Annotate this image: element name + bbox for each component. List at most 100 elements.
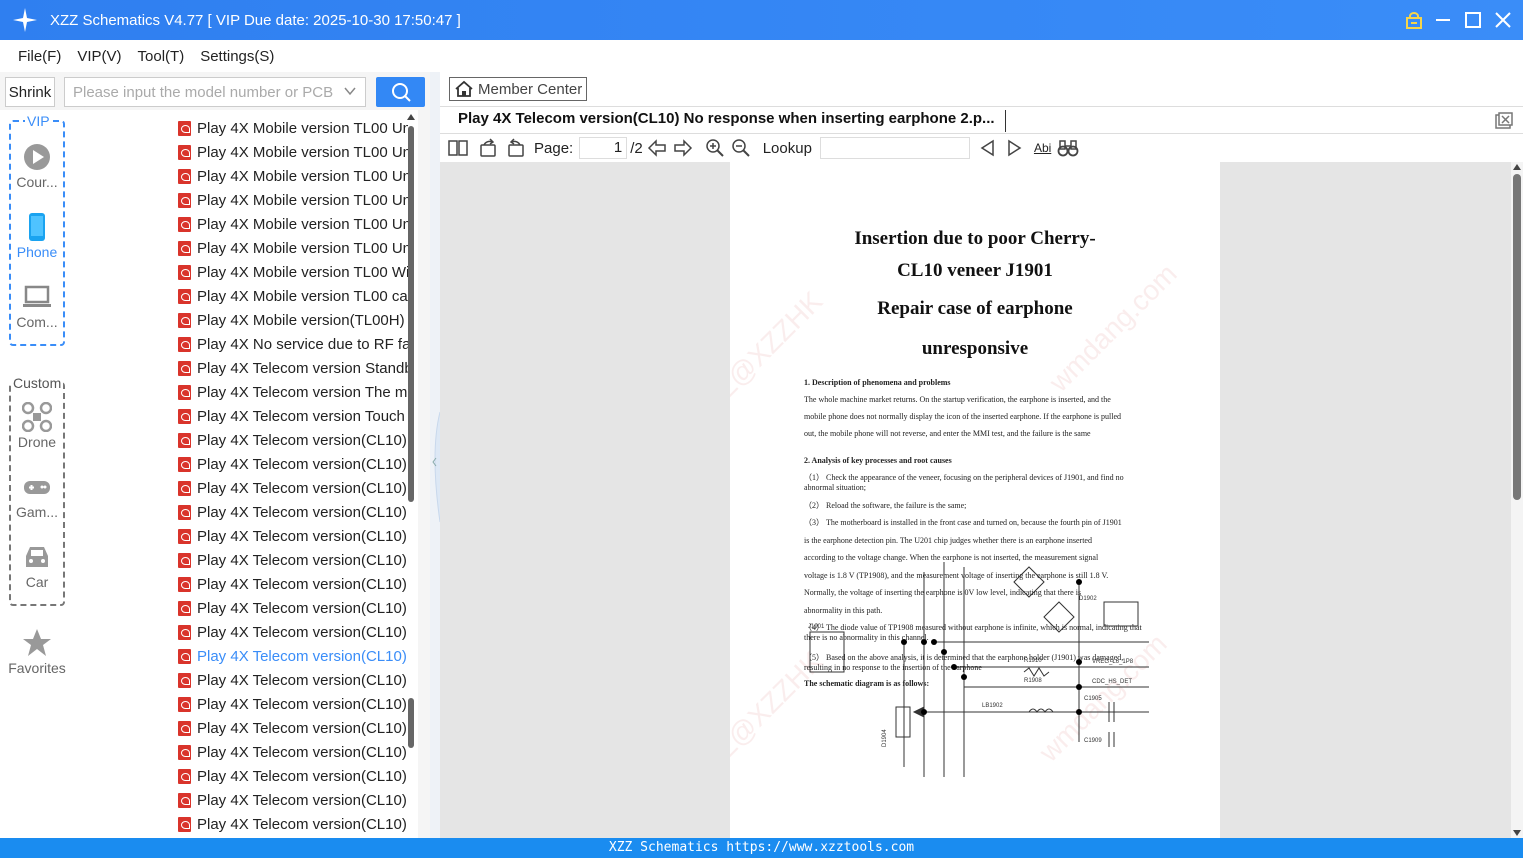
pdf-icon — [178, 240, 191, 256]
lock-icon[interactable] — [1405, 12, 1422, 29]
panel-splitter[interactable] — [430, 72, 441, 838]
nav-car[interactable]: Car — [0, 542, 74, 602]
lookup-label: Lookup — [762, 139, 812, 157]
file-list-item[interactable]: Play 4X Telecom version Standb — [178, 356, 408, 380]
zoom-out-icon[interactable] — [731, 138, 751, 158]
nav-games[interactable]: Gam... — [0, 472, 74, 532]
shrink-button[interactable]: Shrink — [5, 77, 55, 107]
minimize-button[interactable] — [1435, 12, 1451, 28]
custom-group-label: Custom — [11, 375, 64, 391]
document-viewer[interactable]: XZZ@XZZHK wmdang.com XZZ@XZZHK wmdang.co… — [440, 162, 1523, 838]
close-button[interactable] — [1495, 12, 1511, 28]
doc-line: The whole machine market returns. On the… — [804, 395, 1111, 404]
match-case-button[interactable]: Abi — [1034, 141, 1051, 155]
binoculars-icon[interactable] — [1057, 138, 1079, 158]
pdf-icon — [178, 360, 191, 376]
file-list-item-label: Play 4X No service due to RF fai — [197, 335, 408, 353]
two-page-view-icon[interactable] — [448, 138, 468, 158]
document-tab[interactable]: Play 4X Telecom version(CL10) No respons… — [448, 110, 1006, 132]
rotate-right-icon[interactable] — [506, 138, 526, 158]
file-list-item[interactable]: Play 4X No service due to RF fai — [178, 332, 408, 356]
file-list-item[interactable]: Play 4X Telecom version(CL10) ( — [178, 476, 408, 500]
maximize-button[interactable] — [1465, 12, 1481, 28]
file-list-item[interactable]: Play 4X Mobile version TL00 Wi — [178, 260, 408, 284]
search-button[interactable] — [376, 77, 425, 107]
file-list-item[interactable]: Play 4X Telecom version(CL10) S — [178, 764, 408, 788]
find-previous-icon[interactable] — [978, 138, 998, 158]
member-center-button[interactable]: Member Center — [449, 77, 587, 101]
file-list-item-label: Play 4X Telecom version Touch — [197, 407, 405, 425]
file-list-item[interactable]: Play 4X Telecom version(CL10) I — [178, 572, 408, 596]
page-number-input[interactable]: 1 — [579, 137, 628, 159]
nav-drone[interactable]: Drone — [0, 401, 74, 462]
doc-title-line-1: Insertion due to poor Cherry- — [854, 228, 1096, 249]
file-list-item[interactable]: Play 4X Telecom version(CL10) I — [178, 596, 408, 620]
rotate-left-icon[interactable] — [478, 138, 498, 158]
pdf-icon — [178, 480, 191, 496]
file-list-item-label: Play 4X Mobile version TL00 Un — [197, 239, 408, 257]
search-combobox[interactable] — [64, 77, 366, 107]
file-list-item[interactable]: Play 4X Mobile version TL00 Un — [178, 236, 408, 260]
pdf-icon — [178, 264, 191, 280]
file-list-item[interactable]: Play 4X Telecom version(CL10) I — [178, 716, 408, 740]
file-list-item-label: Play 4X Telecom version(CL10) T — [197, 815, 408, 833]
file-list-item[interactable]: Play 4X Telecom version(CL10) T — [178, 812, 408, 836]
file-list-item[interactable]: Play 4X Telecom version(CL10) S — [178, 788, 408, 812]
search-input[interactable] — [65, 78, 335, 106]
lookup-input[interactable] — [819, 137, 970, 159]
drone-icon — [21, 401, 53, 433]
file-list-item-label: Play 4X Telecom version(CL10) ( — [197, 455, 408, 473]
file-list-item[interactable]: Play 4X Telecom version(CL10) I — [178, 692, 408, 716]
menu-vip[interactable]: VIP(V) — [77, 48, 121, 65]
nav-phone[interactable]: Phone — [0, 212, 74, 272]
nav-favorites[interactable]: Favorites — [0, 628, 74, 688]
file-list-item[interactable]: Play 4X Telecom version(CL10) I — [178, 668, 408, 692]
file-list-item[interactable]: Play 4X Mobile version TL00 Un — [178, 212, 408, 236]
category-sidebar: VIP Custom Cour... Phone Com... Drone Ga… — [0, 110, 74, 838]
file-list-item-label: Play 4X Telecom version(CL10) I — [197, 575, 408, 593]
zoom-in-icon[interactable] — [705, 138, 725, 158]
nav-phone-label: Phone — [16, 244, 58, 260]
file-list-item[interactable]: Play 4X Telecom version(CL10) I — [178, 548, 408, 572]
nav-computer[interactable]: Com... — [0, 282, 74, 342]
file-list-item[interactable]: Play 4X Telecom version(CL10) ( — [178, 452, 408, 476]
file-list-item[interactable]: Play 4X Telecom version(CL10) I — [178, 620, 408, 644]
file-list-item[interactable]: Play 4X Mobile version TL00 Un — [178, 116, 408, 140]
file-list-item[interactable]: Play 4X Mobile version TL00 Un — [178, 140, 408, 164]
close-tab-icon[interactable] — [1495, 112, 1513, 135]
nav-courses[interactable]: Cour... — [0, 142, 74, 202]
menu-settings[interactable]: Settings(S) — [200, 48, 274, 65]
star-icon — [22, 628, 52, 658]
search-icon — [391, 83, 411, 102]
next-page-icon[interactable] — [673, 138, 693, 158]
file-list-item[interactable]: Play 4X Telecom version The ma — [178, 380, 408, 404]
page-label: Page: — [534, 139, 574, 157]
file-list-item[interactable]: Play 4X Telecom version(CL10) I — [178, 740, 408, 764]
file-list-item-label: Play 4X Telecom version(CL10) I — [197, 647, 408, 665]
file-list-item[interactable]: Play 4X Mobile version TL00 car — [178, 284, 408, 308]
chevron-down-icon[interactable] — [343, 84, 357, 98]
menu-file[interactable]: File(F) — [18, 48, 61, 65]
doc-title-line-2: CL10 veneer J1901 — [897, 260, 1053, 281]
menu-tool[interactable]: Tool(T) — [138, 48, 185, 65]
left-panel: Shrink VIP Custom Cour... Phone — [0, 72, 440, 838]
file-list-item[interactable]: Play 4X Telecom version Touch — [178, 404, 408, 428]
doc-section-1: 1. Description of phenomena and problems… — [804, 374, 1152, 442]
file-list-item[interactable]: Play 4X Mobile version TL00 Un — [178, 164, 408, 188]
schematic-label: D1904 — [882, 729, 888, 747]
doc-line: mobile phone does not normally display t… — [804, 412, 1122, 421]
file-list-item[interactable]: Play 4X Mobile version(TL00H) I — [178, 308, 408, 332]
file-list-item-label: Play 4X Mobile version TL00 Wi — [197, 263, 408, 281]
find-next-icon[interactable] — [1004, 138, 1024, 158]
file-list-item[interactable]: Play 4X Telecom version(CL10) I — [178, 500, 408, 524]
file-list-scrollbar[interactable] — [407, 112, 415, 838]
pdf-icon — [178, 168, 191, 184]
viewer-scrollbar[interactable] — [1511, 162, 1523, 838]
pdf-icon — [178, 216, 191, 232]
file-list-item[interactable]: Play 4X Telecom version(CL10) I — [178, 644, 408, 668]
car-icon — [22, 542, 52, 572]
file-list-item[interactable]: Play 4X Telecom version(CL10) I — [178, 524, 408, 548]
file-list-item[interactable]: Play 4X Mobile version TL00 Un — [178, 188, 408, 212]
previous-page-icon[interactable] — [647, 138, 667, 158]
file-list-item[interactable]: Play 4X Telecom version(CL10) I — [178, 428, 408, 452]
